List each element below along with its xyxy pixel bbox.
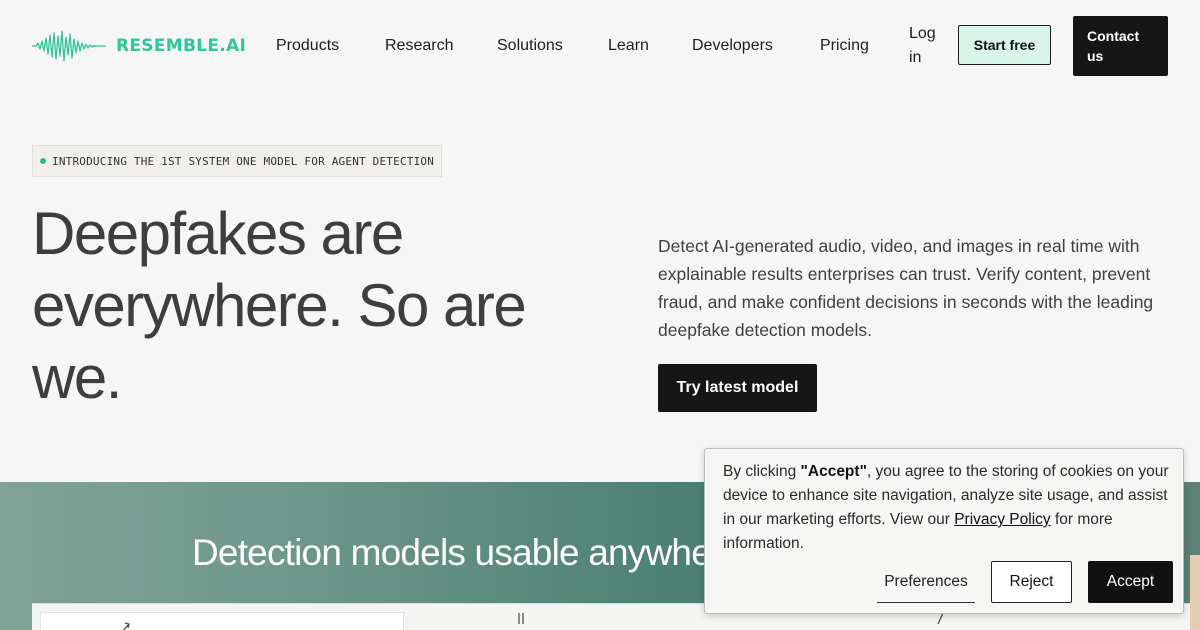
nav-solutions[interactable]: Solutions — [497, 36, 563, 56]
preferences-button[interactable]: Preferences — [877, 561, 975, 603]
nav-research[interactable]: Research — [385, 36, 453, 56]
hero-title: Deepfakes are everywhere. So are we. — [32, 200, 527, 411]
cookie-banner: By clicking "Accept", you agree to the s… — [704, 448, 1184, 614]
models-panel-tab[interactable] — [40, 612, 404, 630]
reject-button[interactable]: Reject — [991, 561, 1072, 603]
arrow-icon — [122, 622, 130, 630]
waveform-icon — [32, 30, 106, 62]
announcement-badge[interactable]: INTRODUCING THE 1ST SYSTEM ONE MODEL FOR… — [32, 145, 443, 177]
section-title: Detection models usable anywhere — [192, 532, 743, 573]
status-dot-icon — [40, 158, 46, 164]
decorative-block — [1190, 555, 1200, 630]
cookie-text-accept: "Accept" — [800, 463, 867, 480]
try-latest-model-button[interactable]: Try latest model — [658, 364, 817, 412]
login-link[interactable]: Log in — [909, 22, 943, 70]
cookie-message: By clicking "Accept", you agree to the s… — [723, 460, 1175, 556]
start-free-button[interactable]: Start free — [958, 25, 1051, 65]
nav-developers[interactable]: Developers — [692, 36, 773, 56]
announcement-text: INTRODUCING THE 1ST SYSTEM ONE MODEL FOR… — [52, 154, 435, 168]
logo[interactable]: RESEMBLE.AI — [32, 28, 246, 64]
cookie-text-prefix: By clicking — [723, 463, 801, 480]
hero-description: Detect AI-generated audio, video, and im… — [658, 236, 1154, 340]
bars-icon — [518, 613, 524, 624]
site-header: RESEMBLE.AI Products Research Solutions … — [0, 0, 1200, 92]
privacy-policy-link[interactable]: Privacy Policy — [954, 511, 1050, 528]
accept-button[interactable]: Accept — [1088, 561, 1173, 603]
logo-text: RESEMBLE.AI — [116, 36, 247, 56]
contact-us-button[interactable]: Contact us — [1073, 16, 1168, 76]
nav-products[interactable]: Products — [276, 36, 339, 56]
nav-pricing[interactable]: Pricing — [820, 36, 869, 56]
nav-learn[interactable]: Learn — [608, 36, 649, 56]
